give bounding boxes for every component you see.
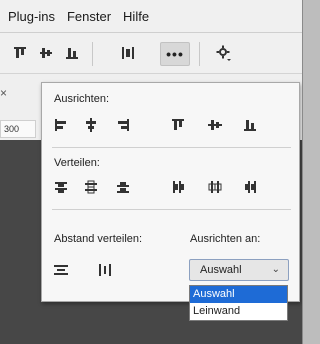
align-distribute-panel: Ausrichten: Verteilen: Abstand verteilen… xyxy=(41,82,300,321)
align-horizontal-center-icon[interactable] xyxy=(118,43,138,63)
section-title-align: Ausrichten: xyxy=(54,93,110,105)
align-top-edges-icon[interactable] xyxy=(169,116,187,134)
more-options-button[interactable]: ••• xyxy=(160,42,190,66)
align-to-value: Auswahl xyxy=(200,264,242,276)
app-window: Plug-ins Fenster Hilfe ••• × 300 Ausrich… xyxy=(0,0,303,344)
option-selection[interactable]: Auswahl xyxy=(190,286,287,303)
distribute-right-icon[interactable] xyxy=(241,178,259,196)
align-top-icon[interactable] xyxy=(10,43,30,63)
section-divider xyxy=(52,209,291,210)
toolbar-divider xyxy=(199,42,200,66)
align-vertical-center-icon[interactable] xyxy=(36,43,56,63)
align-left-edges-icon[interactable] xyxy=(52,116,70,134)
align-to-select[interactable]: Auswahl ⌄ xyxy=(189,259,289,281)
section-title-align-to: Ausrichten an: xyxy=(190,233,261,245)
align-to-dropdown-list: Auswahl Leinwand xyxy=(189,285,288,321)
distribute-top-icon[interactable] xyxy=(52,178,70,196)
align-bottom-icon[interactable] xyxy=(62,43,82,63)
gear-icon[interactable] xyxy=(214,43,234,63)
distribute-horizontal-centers-icon[interactable] xyxy=(206,178,224,196)
align-bottom-edges-icon[interactable] xyxy=(241,116,259,134)
close-tab-icon[interactable]: × xyxy=(0,86,7,100)
section-title-distribute: Verteilen: xyxy=(54,157,100,169)
menu-help[interactable]: Hilfe xyxy=(121,9,151,24)
distribute-vertical-centers-icon[interactable] xyxy=(82,178,100,196)
align-horizontal-centers-icon[interactable] xyxy=(82,116,100,134)
toolbar-divider xyxy=(92,42,93,66)
distribute-left-icon[interactable] xyxy=(169,178,187,196)
distribute-bottom-icon[interactable] xyxy=(114,178,132,196)
menu-plugins[interactable]: Plug-ins xyxy=(6,9,57,24)
align-right-edges-icon[interactable] xyxy=(114,116,132,134)
menu-window[interactable]: Fenster xyxy=(65,9,113,24)
section-divider xyxy=(52,147,291,148)
menu-bar: Plug-ins Fenster Hilfe xyxy=(0,0,302,33)
section-title-distribute-spacing: Abstand verteilen: xyxy=(54,233,143,245)
ruler: 300 xyxy=(0,120,36,138)
distribute-vertical-spacing-icon[interactable] xyxy=(52,261,70,279)
distribute-horizontal-spacing-icon[interactable] xyxy=(96,261,114,279)
option-canvas[interactable]: Leinwand xyxy=(190,303,287,320)
chevron-down-icon: ⌄ xyxy=(271,264,280,275)
align-vertical-centers-icon[interactable] xyxy=(206,116,224,134)
options-toolbar: ••• xyxy=(0,33,302,74)
